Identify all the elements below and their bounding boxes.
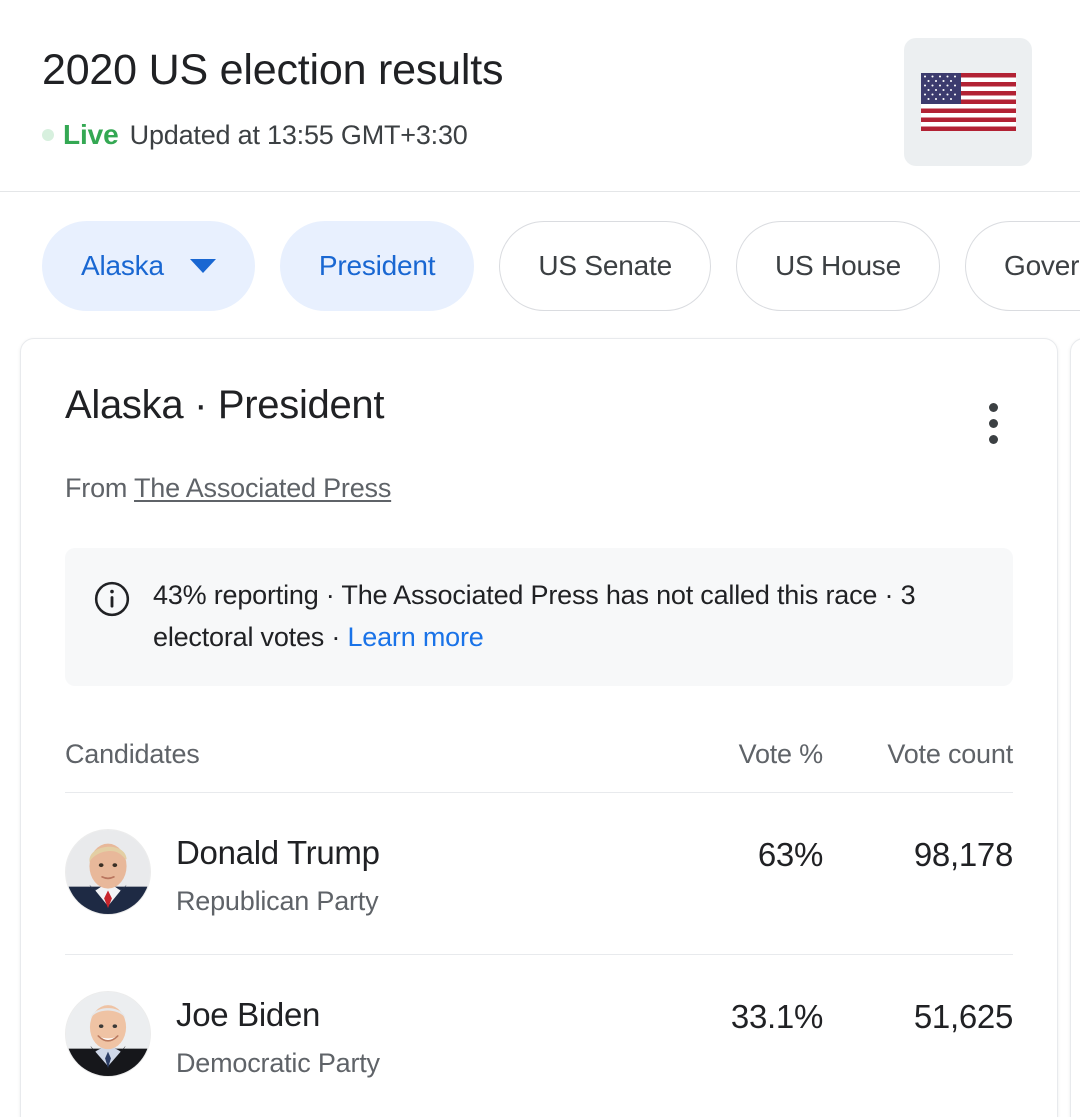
candidate-cell: Donald Trump Republican Party [65, 827, 658, 918]
candidate-name: Donald Trump [176, 834, 380, 871]
donald-trump-avatar [65, 829, 151, 915]
more-vertical-icon[interactable] [969, 395, 1017, 451]
filter-chip-row[interactable]: Alaska President US Senate US House Gove… [0, 219, 1080, 313]
chip-us-house[interactable]: US House [735, 221, 940, 311]
candidate-vote-count: 51,625 [913, 998, 1013, 1035]
table-row[interactable]: Joe Biden Democratic Party 33.1% 51,625 [65, 955, 1013, 1116]
reporting-info-text: 43% reporting · The Associated Press has… [153, 574, 985, 658]
learn-more-link[interactable]: Learn more [347, 622, 483, 652]
live-indicator-dot [42, 129, 54, 141]
chip-us-senate[interactable]: US Senate [499, 221, 711, 311]
chevron-down-icon [189, 259, 216, 273]
page-header: 2020 US election results Live Updated at… [0, 0, 1080, 192]
candidate-party: Republican Party [176, 886, 379, 916]
joe-biden-avatar [65, 991, 151, 1077]
candidate-vote-count: 98,178 [913, 836, 1013, 873]
chip-president[interactable]: President [279, 221, 475, 311]
reporting-info-banner: 43% reporting · The Associated Press has… [65, 548, 1013, 686]
chip-alaska[interactable]: Alaska [42, 221, 255, 311]
candidate-party: Democratic Party [176, 1048, 380, 1078]
chip-alaska-label: Alaska [81, 250, 164, 281]
updated-timestamp: Updated at 13:55 GMT+3:30 [129, 120, 468, 150]
table-row[interactable]: Donald Trump Republican Party 63% 98,178 [65, 793, 1013, 955]
info-circle-icon [94, 581, 130, 617]
chip-us-senate-label: US Senate [538, 250, 672, 281]
election-results-page: 2020 US election results Live Updated at… [0, 0, 1080, 1117]
race-title: Alaska · President [65, 383, 385, 427]
chip-governor-label: Governor [1003, 250, 1080, 281]
race-source: From The Associated Press [65, 471, 1013, 505]
card-header: Alaska · President [65, 381, 1013, 451]
candidate-vote-pct: 63% [757, 836, 823, 873]
us-flag-icon [920, 73, 1016, 131]
us-flag-tile [904, 38, 1032, 166]
next-race-card-peek[interactable] [1070, 338, 1080, 1117]
candidate-name: Joe Biden [176, 996, 321, 1033]
candidate-vote-pct: 33.1% [730, 998, 823, 1035]
table-header-row: Candidates Vote % Vote count [65, 738, 1013, 793]
col-header-candidates: Candidates [65, 739, 200, 769]
reporting-info-body: 43% reporting · The Associated Press has… [153, 580, 916, 652]
candidate-cell: Joe Biden Democratic Party [65, 989, 658, 1080]
live-status: Live Updated at 13:55 GMT+3:30 [42, 118, 468, 152]
race-result-card: Alaska · President From The Associated P… [20, 338, 1058, 1117]
col-header-vote-pct: Vote % [738, 739, 824, 769]
chip-us-house-label: US House [774, 250, 901, 281]
results-table: Candidates Vote % Vote count Donald Trum… [65, 738, 1013, 1116]
chip-president-label: President [318, 250, 436, 281]
chip-governor[interactable]: Governor [964, 221, 1080, 311]
page-title: 2020 US election results [42, 46, 504, 94]
source-link[interactable]: The Associated Press [134, 473, 391, 503]
source-prefix: From [65, 473, 135, 503]
col-header-vote-count: Vote count [887, 739, 1013, 769]
live-label: Live [63, 119, 119, 150]
